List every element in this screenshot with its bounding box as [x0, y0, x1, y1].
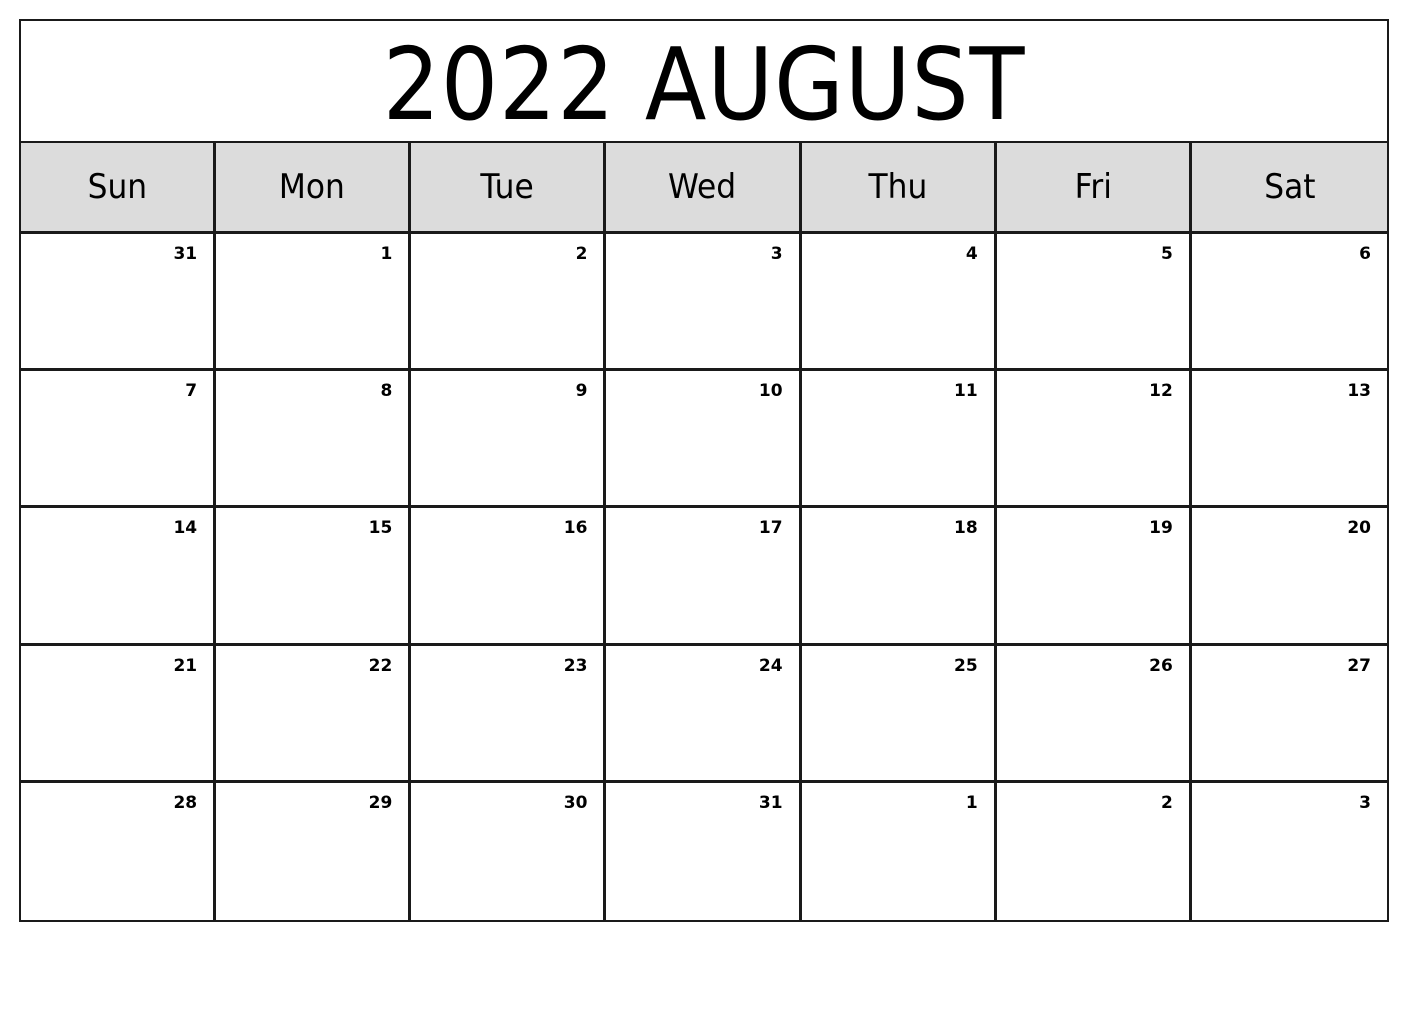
day-number: 12: [1149, 381, 1173, 402]
day-number: 19: [1149, 518, 1173, 539]
weekday-sun: Sun: [21, 143, 217, 231]
day-cell[interactable]: 30: [411, 782, 607, 920]
day-cell[interactable]: 22: [216, 645, 412, 780]
day-number: 7: [185, 381, 198, 402]
day-number: 29: [368, 792, 393, 813]
day-cell[interactable]: 23: [411, 645, 607, 780]
week-row: 21 22 23 24 25 26 27: [21, 645, 1387, 783]
weekday-fri: Fri: [997, 143, 1192, 231]
day-number: 16: [563, 518, 588, 539]
day-number: 11: [954, 381, 978, 402]
weekday-thu: Thu: [802, 143, 997, 231]
day-cell[interactable]: 3: [606, 234, 802, 369]
day-number: 25: [954, 655, 978, 676]
day-cell[interactable]: 2: [997, 782, 1192, 920]
day-number: 6: [1359, 244, 1371, 264]
day-cell[interactable]: 2: [411, 234, 607, 369]
day-cell[interactable]: 8: [216, 371, 412, 506]
day-cell[interactable]: 15: [216, 508, 412, 643]
day-cell[interactable]: 21: [21, 645, 217, 780]
weekday-tue: Tue: [411, 143, 607, 231]
day-number: 14: [173, 518, 198, 539]
day-number: 2: [1161, 792, 1173, 813]
day-number: 24: [758, 655, 783, 676]
day-number: 30: [563, 792, 588, 813]
day-cell[interactable]: 27: [1192, 646, 1387, 780]
day-cell[interactable]: 10: [606, 371, 802, 506]
day-number: 27: [1347, 655, 1371, 676]
day-number: 20: [1347, 518, 1371, 539]
day-number: 4: [965, 244, 978, 264]
day-number: 22: [368, 655, 393, 676]
day-number: 2: [575, 244, 588, 264]
week-row: 7 8 9 10 11 12 13: [21, 371, 1387, 509]
day-number: 18: [954, 518, 978, 539]
day-cell[interactable]: 12: [997, 371, 1192, 506]
weekday-label: Sat: [1263, 167, 1316, 207]
day-cell[interactable]: 24: [606, 645, 802, 780]
day-cell[interactable]: 1: [802, 782, 997, 920]
weekday-label: Thu: [868, 167, 928, 207]
title-row: 2022 AUGUST: [21, 21, 1387, 143]
day-cell[interactable]: 11: [802, 371, 997, 506]
weekday-label: Fri: [1074, 167, 1112, 207]
day-cell[interactable]: 25: [802, 645, 997, 780]
day-cell[interactable]: 31: [21, 234, 217, 369]
day-cell[interactable]: 18: [802, 508, 997, 643]
day-number: 8: [380, 381, 393, 402]
day-cell[interactable]: 6: [1192, 234, 1387, 368]
weekday-sat: Sat: [1192, 143, 1387, 231]
calendar-title: 2022 AUGUST: [382, 26, 1026, 143]
day-number: 3: [770, 244, 783, 264]
day-number: 15: [368, 518, 393, 539]
day-cell[interactable]: 13: [1192, 371, 1387, 505]
day-number: 9: [575, 381, 588, 402]
day-number: 23: [563, 655, 588, 676]
day-cell[interactable]: 20: [1192, 508, 1387, 642]
day-cell[interactable]: 14: [21, 508, 217, 643]
week-row: 31 1 2 3 4 5 6: [21, 234, 1387, 372]
weekday-wed: Wed: [606, 143, 802, 231]
day-number: 31: [758, 792, 783, 813]
day-cell[interactable]: 31: [606, 782, 802, 920]
calendar-grid: 31 1 2 3 4 5 6 7 8 9 10 11 12 13 14 15 16 17 18 19 20 21 22 23 2…: [21, 234, 1387, 920]
day-number: 1: [380, 244, 393, 264]
day-cell[interactable]: 4: [802, 234, 997, 369]
weekday-label: Wed: [668, 167, 737, 207]
day-number: 31: [173, 244, 198, 264]
weekday-mon: Mon: [216, 143, 412, 231]
day-cell[interactable]: 29: [216, 782, 412, 920]
day-cell[interactable]: 7: [21, 371, 217, 506]
day-cell[interactable]: 3: [1192, 783, 1387, 920]
day-number: 13: [1347, 381, 1371, 402]
day-cell[interactable]: 26: [997, 645, 1192, 780]
day-cell[interactable]: 28: [21, 782, 217, 920]
day-number: 10: [758, 381, 783, 402]
day-number: 26: [1149, 655, 1173, 676]
day-cell[interactable]: 19: [997, 508, 1192, 643]
week-row: 14 15 16 17 18 19 20: [21, 508, 1387, 646]
day-number: 28: [173, 792, 198, 813]
day-number: 21: [173, 655, 198, 676]
day-number: 3: [1359, 792, 1371, 813]
day-number: 5: [1161, 244, 1173, 264]
day-cell[interactable]: 16: [411, 508, 607, 643]
day-cell[interactable]: 1: [216, 234, 412, 369]
weekday-header-row: Sun Mon Tue Wed Thu Fri Sat: [21, 143, 1387, 234]
week-row: 28 29 30 31 1 2 3: [21, 782, 1387, 920]
day-number: 1: [965, 792, 978, 813]
weekday-label: Mon: [279, 167, 346, 207]
day-number: 17: [758, 518, 783, 539]
day-cell[interactable]: 17: [606, 508, 802, 643]
day-cell[interactable]: 5: [997, 234, 1192, 369]
calendar: 2022 AUGUST Sun Mon Tue Wed Thu Fri Sat …: [19, 19, 1389, 922]
day-cell[interactable]: 9: [411, 371, 607, 506]
weekday-label: Sun: [87, 167, 147, 207]
weekday-label: Tue: [480, 167, 535, 207]
